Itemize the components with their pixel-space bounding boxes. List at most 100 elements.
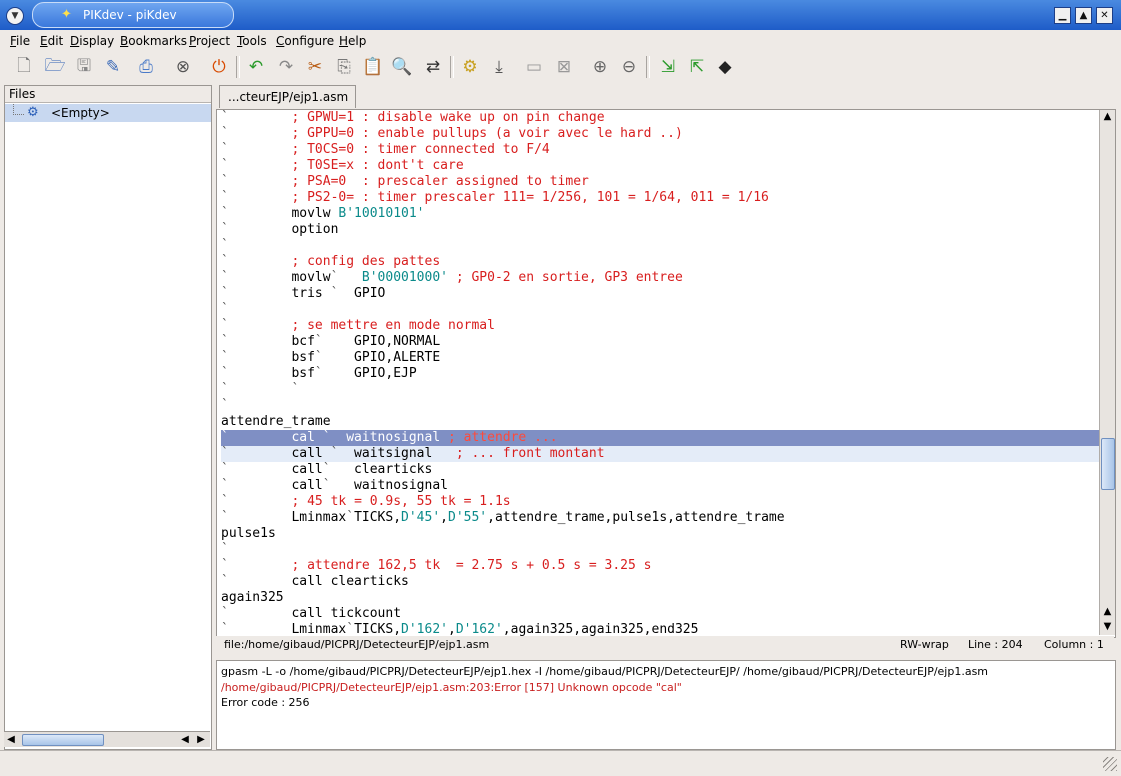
files-panel: Files ⚙ <Empty> [4, 85, 212, 750]
code-token: ` [221, 238, 229, 253]
import-icon[interactable]: ⇲ [656, 55, 680, 79]
code-line: ` call clearticks [221, 574, 1099, 590]
code-token: ; GP0-2 en sortie, GP3 entree [455, 270, 683, 285]
save-file-icon[interactable]: 🖫 [72, 55, 96, 79]
add-file-icon[interactable]: ⊕ [588, 55, 612, 79]
minimize-button[interactable]: ▁ [1054, 7, 1071, 24]
scroll-right-icon[interactable]: ▶ [194, 732, 208, 747]
code-line: ` cal ` waitnosignal ; attendre ... [221, 430, 1099, 446]
menu-bookmarks[interactable]: Bookmarks [120, 34, 187, 48]
code-token: ` [314, 334, 323, 349]
remove-file-icon[interactable]: ⊖ [617, 55, 641, 79]
toolbar: 🗋 🗁 🖫 ✎ ⎙ ⊗ ⏻ ↶ ↷ ✂ ⎘ 📋 🔍 ⇄ ⚙ ⤓ ▭ ⊠ ⊕ ⊖ … [0, 53, 1121, 83]
code-line: ` [221, 398, 1099, 414]
output-command: gpasm -L -o /home/gibaud/PICPRJ/Detecteu… [221, 665, 989, 678]
code-token: ` [221, 190, 229, 205]
code-token: ` [322, 430, 331, 445]
code-token: GPIO [338, 286, 386, 301]
new-file-icon[interactable]: 🗋 [12, 55, 36, 79]
menu-bar: File Edit Display Bookmarks Project Tool… [0, 30, 1121, 52]
files-horizontal-scrollbar[interactable]: ◀ ◀ ▶ [4, 731, 210, 747]
code-token: D'55' [448, 510, 488, 525]
status-edit-mode: RW-wrap [900, 638, 949, 651]
scroll-up-icon[interactable]: ▲ [1100, 605, 1115, 619]
code-token: call [228, 446, 331, 461]
menu-tools[interactable]: Tools [237, 34, 267, 48]
menu-file[interactable]: File [10, 34, 30, 48]
code-token: ` [221, 494, 229, 509]
menu-edit[interactable]: Edit [40, 34, 63, 48]
erase-device-icon[interactable]: ⊠ [552, 55, 576, 79]
code-line: ` ; attendre 162,5 tk = 2.75 s + 0.5 s =… [221, 558, 1099, 574]
code-token: ` [221, 350, 229, 365]
code-token: waitnosignal [330, 430, 448, 445]
code-token: ; PS2-0= : timer prescaler 111= 1/256, 1… [291, 190, 769, 205]
scroll-down-icon[interactable]: ▼ [1100, 620, 1115, 634]
file-tree-item[interactable]: ⚙ <Empty> [5, 104, 211, 122]
code-token: D'162' [455, 622, 503, 637]
scrollbar-thumb[interactable] [1101, 438, 1115, 490]
toolbar-separator [646, 56, 650, 78]
code-line: ` movlw` B'00001000' ; GP0-2 en sortie, … [221, 270, 1099, 286]
cut-icon[interactable]: ✂ [303, 55, 327, 79]
copy-icon[interactable]: ⎘ [332, 55, 356, 79]
replace-icon[interactable]: ⇄ [421, 55, 445, 79]
maximize-button[interactable]: ▲ [1075, 7, 1092, 24]
window-title: PIKdev - piKdev [83, 8, 177, 22]
toolbar-separator [450, 56, 454, 78]
save-as-icon[interactable]: ✎ [101, 55, 125, 79]
file-tree-label: <Empty> [51, 106, 110, 120]
export-icon[interactable]: ⇱ [685, 55, 709, 79]
close-file-icon[interactable]: ⊗ [171, 55, 195, 79]
code-line: ` tris ` GPIO [221, 286, 1099, 302]
tab-ejp1-asm[interactable]: ...cteurEJP/ejp1.asm [219, 85, 356, 108]
print-icon[interactable]: ⎙ [134, 55, 158, 79]
open-file-icon[interactable]: 🗁 [43, 55, 67, 79]
code-token: bsf [228, 350, 315, 365]
window-menu-button[interactable]: ▼ [6, 7, 24, 25]
scroll-left-end-icon[interactable]: ◀ [178, 732, 192, 747]
scroll-left-icon[interactable]: ◀ [4, 732, 18, 747]
menu-configure[interactable]: Configure [276, 34, 334, 48]
code-token: ; config des pattes [291, 254, 441, 269]
resize-grip-icon[interactable] [1103, 757, 1117, 771]
close-window-button[interactable]: ✕ [1096, 7, 1113, 24]
code-token: GPIO,EJP [322, 366, 417, 381]
code-token: waitsignal [338, 446, 456, 461]
scrollbar-thumb[interactable] [22, 734, 104, 746]
code-token: call [228, 478, 323, 493]
code-token: cal [228, 430, 323, 445]
code-line: ` call tickcount [221, 606, 1099, 622]
code-token: Lminmax [228, 510, 347, 525]
display-blank-icon[interactable]: ▭ [522, 55, 546, 79]
menu-project[interactable]: Project [189, 34, 230, 48]
redo-icon[interactable]: ↷ [274, 55, 298, 79]
quit-icon[interactable]: ⏻ [207, 55, 231, 79]
menu-help[interactable]: Help [339, 34, 366, 48]
scroll-up-icon[interactable]: ▲ [1100, 110, 1115, 124]
compile-icon[interactable]: ⚙ [458, 55, 482, 79]
undo-icon[interactable]: ↶ [244, 55, 268, 79]
code-token: ` [221, 254, 229, 269]
menu-display[interactable]: Display [70, 34, 114, 48]
code-token: ` [221, 558, 229, 573]
code-line: ` option [221, 222, 1099, 238]
code-editor[interactable]: ` ; GPWU=1 : disable wake up on pin chan… [216, 109, 1116, 638]
chip-settings-icon[interactable]: ◆ [713, 55, 737, 79]
paste-icon[interactable]: 📋 [361, 55, 385, 79]
program-device-icon[interactable]: ⤓ [487, 55, 511, 79]
editor-vertical-scrollbar[interactable]: ▲ ▲ ▼ [1099, 110, 1115, 635]
code-token: ` [221, 174, 229, 189]
code-line: ` [221, 542, 1099, 558]
code-token: ; T0SE=x : dont't care [291, 158, 464, 173]
code-token: again325 [221, 590, 284, 605]
code-token: ` [221, 126, 229, 141]
build-output-panel[interactable]: gpasm -L -o /home/gibaud/PICPRJ/Detecteu… [216, 660, 1116, 750]
find-icon[interactable]: 🔍 [390, 55, 414, 79]
code-token: ` [346, 622, 355, 637]
